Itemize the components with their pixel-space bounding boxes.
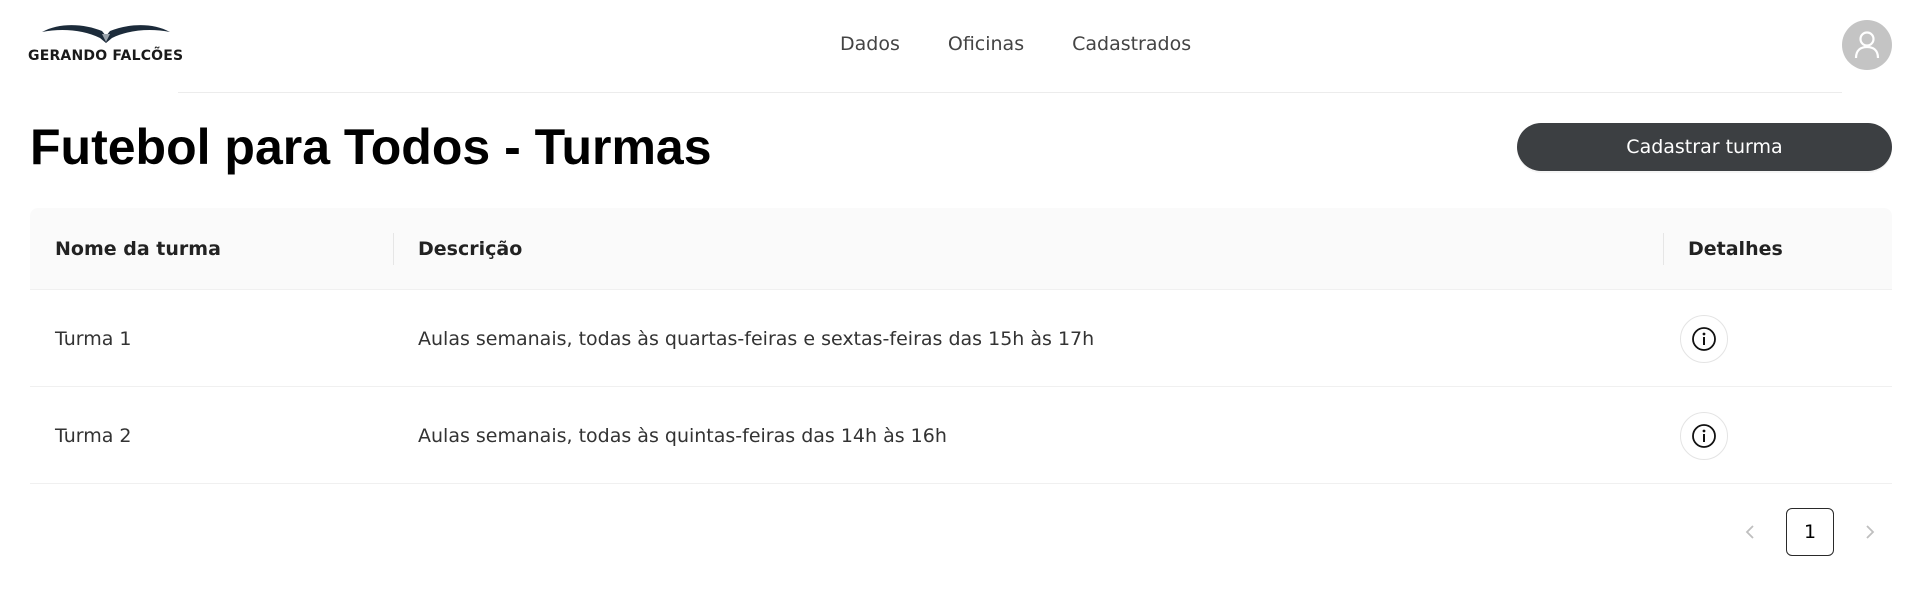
classes-table: Nome da turma Descrição Detalhes Turma 1… — [30, 208, 1892, 484]
nav-item-dados[interactable]: Dados — [840, 33, 900, 55]
details-button[interactable] — [1680, 314, 1728, 363]
column-divider — [1663, 233, 1664, 265]
chevron-right-icon — [1866, 525, 1875, 539]
class-name: Turma 1 — [55, 327, 132, 350]
class-description: Aulas semanais, todas às quintas-feiras … — [418, 424, 947, 447]
page-number[interactable]: 1 — [1786, 508, 1834, 556]
pagination: 1 — [1730, 508, 1892, 556]
main-nav: Dados Oficinas Cadastrados — [840, 33, 1191, 55]
column-header-name: Nome da turma — [55, 238, 221, 260]
falcon-wings-icon — [42, 25, 170, 43]
table-row: Turma 1 Aulas semanais, todas às quartas… — [30, 290, 1892, 387]
brand-name: GERANDO FALCÕES — [28, 48, 184, 64]
info-icon — [1692, 423, 1716, 448]
next-page-button[interactable] — [1858, 520, 1882, 544]
add-class-button[interactable]: Cadastrar turma — [1517, 123, 1892, 171]
user-avatar[interactable] — [1842, 20, 1892, 70]
column-header-details: Detalhes — [1688, 238, 1783, 260]
page-title: Futebol para Todos - Turmas — [30, 119, 712, 175]
prev-page-button[interactable] — [1738, 520, 1762, 544]
brand-logo[interactable]: GERANDO FALCÕES — [28, 22, 188, 72]
column-divider — [393, 233, 394, 265]
column-header-description: Descrição — [418, 238, 523, 260]
class-name: Turma 2 — [55, 424, 132, 447]
user-icon — [1854, 31, 1880, 59]
chevron-left-icon — [1745, 525, 1754, 539]
details-button[interactable] — [1680, 411, 1728, 460]
header-divider — [178, 92, 1842, 93]
class-description: Aulas semanais, todas às quartas-feiras … — [418, 327, 1095, 350]
nav-item-oficinas[interactable]: Oficinas — [948, 33, 1024, 55]
nav-item-cadastrados[interactable]: Cadastrados — [1072, 33, 1191, 55]
info-icon — [1692, 326, 1716, 351]
table-header: Nome da turma Descrição Detalhes — [30, 208, 1892, 290]
table-row: Turma 2 Aulas semanais, todas às quintas… — [30, 387, 1892, 484]
app-header: GERANDO FALCÕES Dados Oficinas Cadastrad… — [0, 0, 1918, 92]
